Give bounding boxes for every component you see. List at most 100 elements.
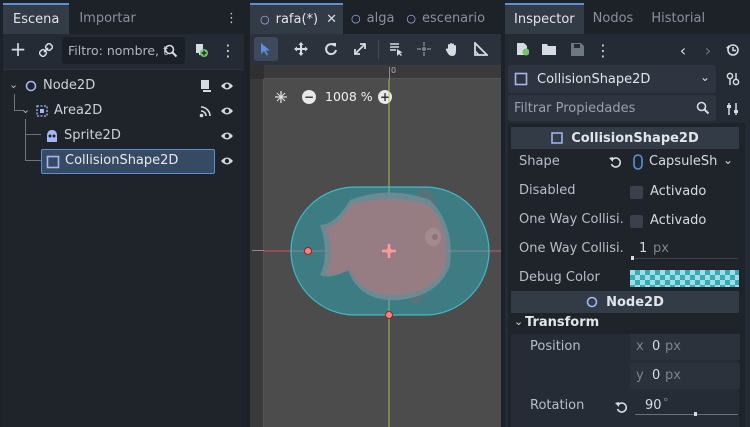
- eye-icon[interactable]: [220, 80, 234, 92]
- tree-item-label: Node2D: [43, 78, 96, 93]
- transform-label: Transform: [525, 315, 600, 330]
- area-icon: [35, 104, 49, 118]
- property-filter-input[interactable]: Filtrar Propiedades: [508, 95, 716, 121]
- disabled-checkbox[interactable]: [630, 186, 643, 199]
- shape-resource-field[interactable]: CapsuleSh ⌄: [604, 150, 740, 174]
- close-icon[interactable]: ✕: [326, 12, 337, 27]
- tab-alga[interactable]: ○ alga: [343, 3, 402, 34]
- add-node-button[interactable]: +: [7, 37, 29, 61]
- sprite-icon: [45, 129, 59, 143]
- scene-tab-icon: ○: [351, 12, 361, 25]
- history-icon[interactable]: [723, 40, 741, 58]
- section-node2d[interactable]: Node2D: [511, 291, 739, 313]
- rotate-mode-button[interactable]: [320, 38, 342, 60]
- history-forward-icon[interactable]: ›: [700, 39, 716, 61]
- rotate-icon: [325, 43, 337, 56]
- axis-x-label: x: [636, 339, 644, 354]
- list-select-button[interactable]: [385, 38, 407, 60]
- link-icon[interactable]: [36, 40, 56, 60]
- move-mode-button[interactable]: [290, 38, 312, 60]
- margin-spinbox[interactable]: 1 px: [630, 236, 740, 260]
- chevron-down-icon: ⌄: [699, 70, 710, 84]
- search-icon: [163, 43, 179, 59]
- scene-kebab-icon[interactable]: ⋮: [220, 39, 236, 61]
- inspector-kebab-icon[interactable]: ⋮: [595, 39, 611, 61]
- signal-icon[interactable]: [199, 105, 212, 118]
- eye-icon[interactable]: [220, 155, 234, 167]
- tree-item-node2d[interactable]: ⌄ Node2D: [3, 74, 244, 98]
- rotation-spinbox[interactable]: 90 °: [633, 394, 740, 420]
- pan-mode-button[interactable]: [441, 38, 463, 60]
- position-x-field[interactable]: x 0 px: [630, 334, 740, 360]
- filter-options-icon[interactable]: [723, 99, 743, 119]
- revert-icon[interactable]: [609, 156, 622, 169]
- position-y-unit: px: [665, 368, 681, 383]
- toolbar-divider: [378, 40, 379, 59]
- node-settings-icon[interactable]: [723, 69, 743, 89]
- tree-item-area2d[interactable]: ⌄ Area2D: [3, 99, 244, 123]
- script-icon[interactable]: [199, 79, 212, 93]
- one-way-collision-checkbox-label: Activado: [650, 213, 707, 228]
- tree-item-sprite2d[interactable]: Sprite2D: [3, 124, 244, 148]
- object-selector-label: CollisionShape2D: [537, 71, 651, 87]
- tab-rafa[interactable]: ○ rafa(*) ✕: [250, 3, 344, 34]
- chevron-down-icon[interactable]: ⌄: [723, 153, 733, 167]
- debug-color-swatch[interactable]: [630, 270, 739, 287]
- rotation-unit: °: [663, 396, 669, 409]
- position-y-field[interactable]: y 0 px: [630, 363, 740, 389]
- property-label-position: Position: [530, 339, 581, 354]
- rotation-slider-track[interactable]: [635, 414, 738, 415]
- attach-script-icon[interactable]: [191, 40, 211, 60]
- property-label-shape: Shape: [519, 154, 560, 169]
- pivot-button[interactable]: [413, 38, 435, 60]
- margin-slider-handle[interactable]: [631, 256, 634, 260]
- chevron-down-icon[interactable]: ⌄: [21, 103, 30, 116]
- property-filter-placeholder: Filtrar Propiedades: [514, 100, 636, 116]
- position-x-unit: px: [665, 339, 681, 354]
- shape-value: CapsuleSh: [649, 154, 718, 169]
- scene-tab-icon: ○: [406, 12, 417, 25]
- save-icon[interactable]: [568, 40, 586, 58]
- scene-tree: ⌄ Node2D ⌄ Area2D Sprite2D CollisionShap…: [3, 69, 244, 427]
- canvas-drawing: [264, 79, 501, 427]
- section-title: CollisionShape2D: [571, 130, 699, 146]
- tab-historial[interactable]: Historial: [642, 3, 714, 34]
- new-resource-icon[interactable]: [513, 40, 531, 58]
- tree-item-collisionshape2d[interactable]: CollisionShape2D: [41, 149, 215, 174]
- viewport[interactable]: 0 − 1008 % +: [250, 65, 501, 427]
- tab-nodos[interactable]: Nodos: [584, 3, 643, 34]
- chevron-down-icon: ⌄: [514, 315, 524, 328]
- collision-icon: [551, 132, 563, 144]
- rotation-slider-handle[interactable]: [694, 412, 697, 416]
- margin-value: 1: [639, 241, 648, 256]
- one-way-collision-checkbox[interactable]: [630, 215, 643, 228]
- object-selector[interactable]: CollisionShape2D ⌄: [508, 65, 716, 93]
- section-collisionshape2d[interactable]: CollisionShape2D: [511, 127, 739, 149]
- tab-alga-label: alga: [366, 11, 395, 26]
- section-title: Node2D: [606, 294, 664, 310]
- position-y-value: 0: [652, 368, 661, 383]
- tree-item-label: CollisionShape2D: [65, 153, 179, 168]
- tab-rafa-label: rafa(*): [275, 12, 319, 27]
- ruler-icon: [474, 42, 488, 56]
- open-folder-icon[interactable]: [540, 40, 558, 58]
- eye-icon[interactable]: [220, 130, 234, 142]
- tab-inspector[interactable]: Inspector: [505, 3, 584, 34]
- kebab-menu-icon[interactable]: ⋮: [219, 3, 244, 34]
- history-back-icon[interactable]: ‹: [675, 39, 691, 61]
- revert-icon[interactable]: [615, 401, 628, 414]
- tree-connector: [25, 160, 41, 161]
- scale-mode-button[interactable]: [349, 38, 371, 60]
- disabled-checkbox-label: Activado: [650, 184, 707, 199]
- transform-group-header[interactable]: ⌄ Transform: [511, 314, 739, 334]
- eye-icon[interactable]: [220, 105, 234, 117]
- property-label-debug-color: Debug Color: [519, 270, 600, 285]
- tab-importar[interactable]: Importar: [69, 3, 145, 34]
- ruler-mode-button[interactable]: [470, 38, 492, 60]
- select-mode-button[interactable]: [254, 37, 278, 61]
- margin-slider-track[interactable]: [632, 258, 738, 259]
- tab-escena[interactable]: Escena: [3, 3, 70, 34]
- chevron-down-icon[interactable]: ⌄: [9, 78, 18, 91]
- tab-escenario[interactable]: ○ escenario: [402, 3, 489, 34]
- property-label-disabled: Disabled: [519, 183, 576, 198]
